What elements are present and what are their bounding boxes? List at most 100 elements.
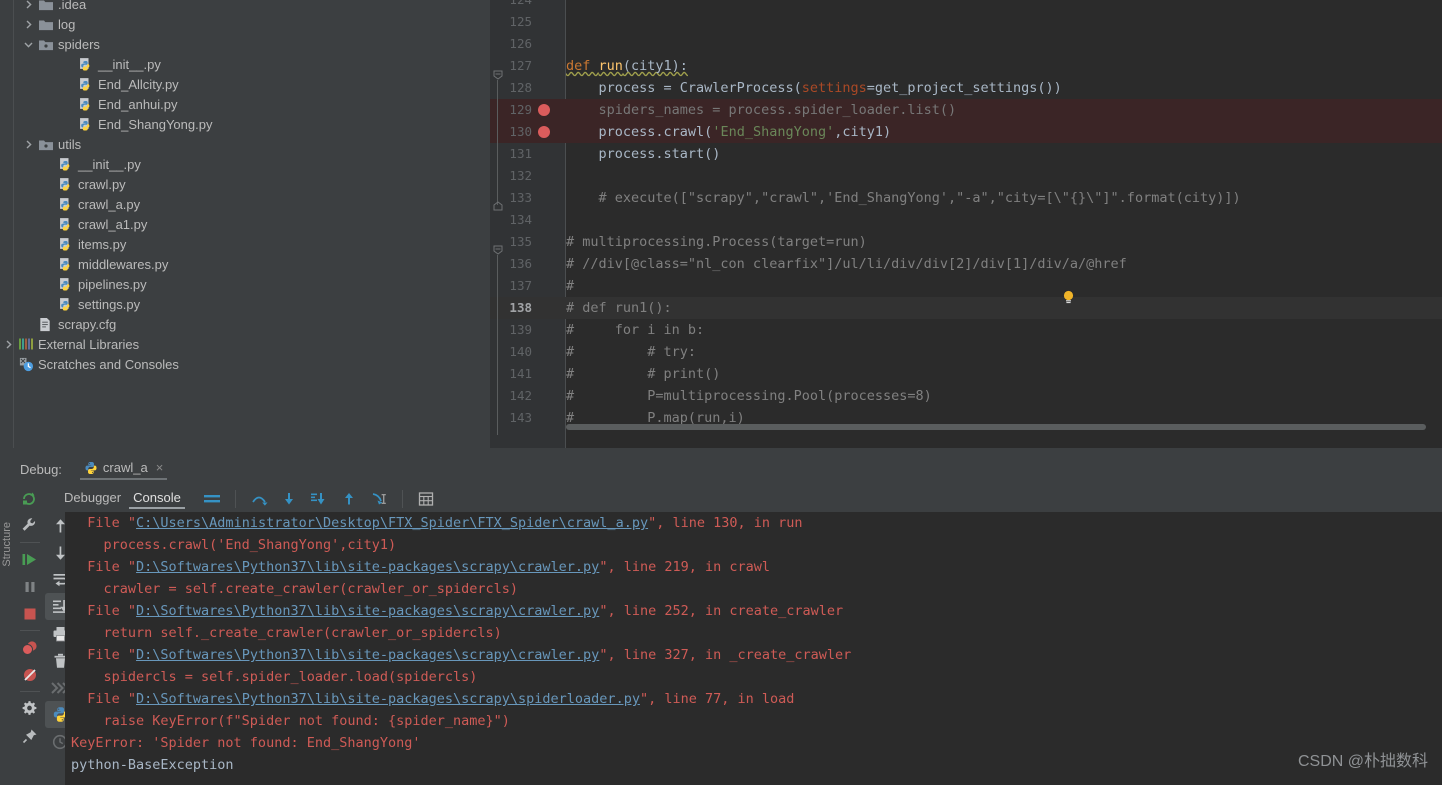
tab-console[interactable]: Console <box>127 490 187 509</box>
code-line[interactable]: 135 # multiprocessing.Process(target=run) <box>490 231 1442 253</box>
tree-item-utils[interactable]: utils <box>23 135 81 155</box>
code-text: # def run1(): <box>566 300 672 316</box>
tree-item-scratches-and-consoles[interactable]: Scratches and Consoles <box>3 355 179 375</box>
code-line[interactable]: 141 # # print() <box>490 363 1442 385</box>
no-arrow <box>63 79 76 92</box>
breakpoint-marker[interactable] <box>538 104 550 116</box>
fold-marker-comment-block[interactable] <box>493 245 503 255</box>
tree-item-pipelines-py[interactable]: pipelines.py <box>43 275 147 295</box>
code-line[interactable]: 129 spiders_names = process.spider_loade… <box>490 99 1442 121</box>
stop-icon[interactable] <box>15 600 45 627</box>
code-line[interactable]: 128 process = CrawlerProcess(settings=ge… <box>490 77 1442 99</box>
chevron-right-icon[interactable] <box>23 19 36 32</box>
code-line[interactable]: 138 # def run1(): <box>490 297 1442 319</box>
chevron-right-icon[interactable] <box>3 339 16 352</box>
chevron-right-icon[interactable] <box>23 0 36 12</box>
code-text: def run(city1): <box>566 58 688 74</box>
tree-item-label: pipelines.py <box>78 277 147 292</box>
tree-item---init---py[interactable]: __init__.py <box>63 55 161 75</box>
panel-splitter[interactable] <box>0 448 1442 456</box>
no-arrow <box>3 359 16 372</box>
close-icon[interactable]: × <box>156 460 164 475</box>
tree-item-settings-py[interactable]: settings.py <box>43 295 140 315</box>
wrench-icon[interactable] <box>15 512 45 539</box>
fold-region-end-marker[interactable] <box>493 201 503 211</box>
intention-bulb-icon[interactable] <box>1063 290 1074 304</box>
file-path-link[interactable]: D:\Softwares\Python37\lib\site-packages\… <box>136 691 640 707</box>
code-line[interactable]: 140 # # try: <box>490 341 1442 363</box>
file-path-link[interactable]: D:\Softwares\Python37\lib\site-packages\… <box>136 603 599 619</box>
force-step-into-icon[interactable] <box>304 486 334 513</box>
tree-item-end-anhui-py[interactable]: End_anhui.py <box>63 95 178 115</box>
chevron-right-icon[interactable] <box>23 139 36 152</box>
code-line[interactable]: 133 # execute(["scrapy","crawl",'End_Sha… <box>490 187 1442 209</box>
code-text: # # print() <box>566 366 721 382</box>
tree-item-crawl-py[interactable]: crawl.py <box>43 175 126 195</box>
tree-item-middlewares-py[interactable]: middlewares.py <box>43 255 168 275</box>
code-line[interactable]: 130 process.crawl('End_ShangYong',city1) <box>490 121 1442 143</box>
evaluate-expression-icon[interactable] <box>411 486 441 513</box>
editor-scroll-pane[interactable]: 124 125 126 127def run(city1):128 process =… <box>490 0 1442 448</box>
settings-icon[interactable] <box>15 695 45 722</box>
structure-tool-label[interactable]: Structure <box>1 522 13 567</box>
chevron-down-icon[interactable] <box>23 39 36 52</box>
code-line[interactable]: 124 <box>490 0 1442 11</box>
python-file-icon <box>58 157 74 173</box>
tab-debugger[interactable]: Debugger <box>58 490 127 509</box>
tree-item---init---py[interactable]: __init__.py <box>43 155 141 175</box>
tree-item-items-py[interactable]: items.py <box>43 235 126 255</box>
lines-icon[interactable] <box>197 486 227 513</box>
console-output[interactable]: File "C:\Users\Administrator\Desktop\FTX… <box>65 512 1442 785</box>
code-line[interactable]: 125 <box>490 11 1442 33</box>
code-line[interactable]: 127 def run(city1): <box>490 55 1442 77</box>
tree-item-end-shangyong-py[interactable]: End_ShangYong.py <box>63 115 212 135</box>
tree-item-label: items.py <box>78 237 127 252</box>
code-line[interactable]: 132 <box>490 165 1442 187</box>
fold-marker-def-run[interactable] <box>493 70 503 80</box>
step-out-icon[interactable] <box>334 486 364 513</box>
run-to-cursor-icon[interactable] <box>364 486 394 513</box>
tree-item--idea[interactable]: .idea <box>23 0 86 15</box>
pause-program-icon[interactable] <box>15 573 45 600</box>
file-path-link[interactable]: C:\Users\Administrator\Desktop\FTX_Spide… <box>136 515 648 531</box>
debug-action-rail[interactable] <box>14 512 45 785</box>
mute-breakpoints-icon[interactable] <box>15 661 45 688</box>
tree-item-crawl-a1-py[interactable]: crawl_a1.py <box>43 215 147 235</box>
console-line: python-BaseException <box>71 757 234 773</box>
rerun-icon[interactable] <box>14 486 44 513</box>
code-line[interactable]: 131 process.start() <box>490 143 1442 165</box>
code-line[interactable]: 134 <box>490 209 1442 231</box>
code-line[interactable]: 137 # <box>490 275 1442 297</box>
debug-toolbar[interactable]: Debugger Console <box>0 486 1442 512</box>
code-line[interactable]: 142 # P=multiprocessing.Pool(processes=8) <box>490 385 1442 407</box>
file-path-link[interactable]: D:\Softwares\Python37\lib\site-packages\… <box>136 647 599 663</box>
tree-item-external-libraries[interactable]: External Libraries <box>3 335 139 355</box>
tree-item-label: crawl_a.py <box>78 197 141 212</box>
tree-item-spiders[interactable]: spiders <box>23 35 100 55</box>
tree-item-label: External Libraries <box>38 337 140 352</box>
step-over-icon[interactable] <box>244 486 274 513</box>
code-editor[interactable]: 124 125 126 127def run(city1):128 process =… <box>490 0 1442 448</box>
console-line: File "C:\Users\Administrator\Desktop\FTX… <box>71 515 803 531</box>
project-tree-panel[interactable]: .idea log spiders __init__.py End_Allcity.py… <box>0 0 490 448</box>
editor-horizontal-scrollbar[interactable] <box>566 424 1426 430</box>
step-into-icon[interactable] <box>274 486 304 513</box>
file-path-link[interactable]: D:\Softwares\Python37\lib\site-packages\… <box>136 559 599 575</box>
resume-program-icon[interactable] <box>15 546 45 573</box>
tree-item-end-allcity-py[interactable]: End_Allcity.py <box>63 75 179 95</box>
tree-item-crawl-a-py[interactable]: crawl_a.py <box>43 195 140 215</box>
folder-icon <box>38 17 54 33</box>
tree-item-scrapy-cfg[interactable]: scrapy.cfg <box>23 315 116 335</box>
tree-item-log[interactable]: log <box>23 15 75 35</box>
pin-tab-icon[interactable] <box>15 722 45 749</box>
breakpoint-marker[interactable] <box>538 126 550 138</box>
watermark-text: CSDN @朴拙数科 <box>1297 753 1428 770</box>
code-line[interactable]: 126 <box>490 33 1442 55</box>
view-breakpoints-icon[interactable] <box>15 634 45 661</box>
left-tool-strip[interactable]: Structure <box>0 512 14 785</box>
code-line[interactable]: 139 # for i in b: <box>490 319 1442 341</box>
debug-session-tab[interactable]: crawl_a × <box>79 460 168 480</box>
code-line[interactable]: 136 # //div[@class="nl_con clearfix"]/ul/… <box>490 253 1442 275</box>
debug-header-label: Debug: <box>20 461 62 477</box>
line-number: 124 <box>490 0 532 11</box>
